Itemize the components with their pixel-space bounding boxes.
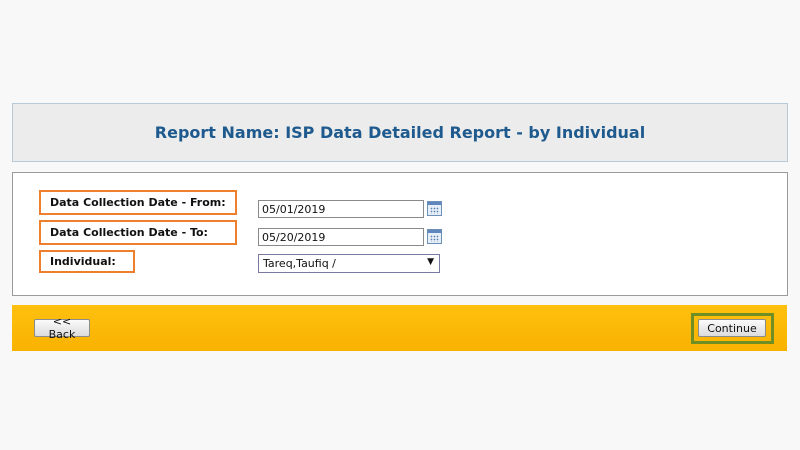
chevron-down-icon: ▼ — [427, 257, 434, 267]
action-bar: << Back Continue — [12, 305, 787, 351]
date-from-input[interactable] — [258, 200, 424, 218]
date-to-label: Data Collection Date - To: — [39, 220, 237, 245]
date-from-label: Data Collection Date - From: — [39, 190, 237, 215]
individual-select-value: Tareq,Taufiq / — [263, 257, 336, 270]
individual-label: Individual: — [39, 250, 135, 273]
calendar-icon[interactable] — [427, 201, 442, 216]
individual-select[interactable]: Tareq,Taufiq / ▼ — [258, 254, 440, 273]
report-title: Report Name: ISP Data Detailed Report - … — [154, 123, 646, 142]
continue-button[interactable]: Continue — [698, 319, 766, 337]
calendar-icon[interactable] — [427, 229, 442, 244]
back-button[interactable]: << Back — [34, 315, 90, 341]
report-header: Report Name: ISP Data Detailed Report - … — [12, 103, 788, 162]
report-form: Data Collection Date - From: Data Collec… — [12, 172, 788, 296]
date-to-input[interactable] — [258, 228, 424, 246]
